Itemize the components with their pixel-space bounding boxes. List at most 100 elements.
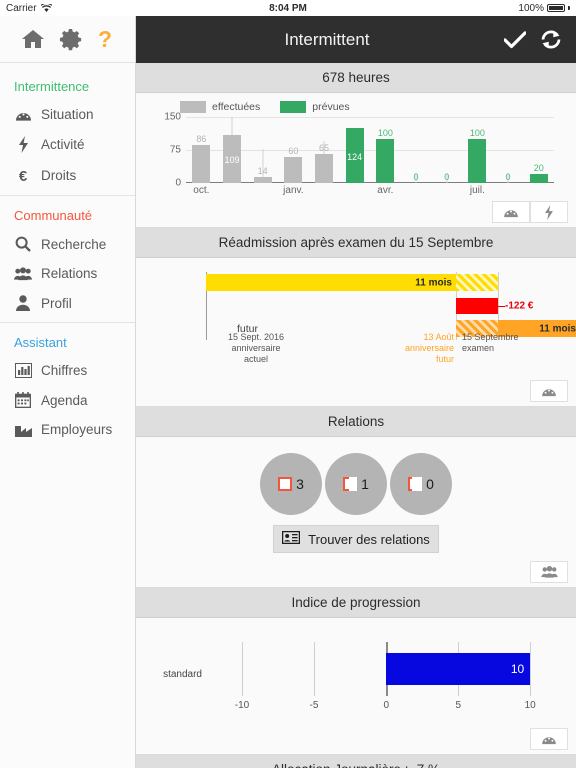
- bar-value-label: 20: [533, 163, 544, 174]
- card-body: effectuées prévues 150 75 0 86 109 14 60…: [136, 93, 576, 227]
- sidebar-item-activite[interactable]: Activité: [0, 129, 135, 160]
- x-tick-label: 0: [383, 700, 390, 711]
- gauge-icon: [14, 108, 32, 122]
- card-allocation: Allocation Journalière : -7 % 60: [136, 755, 576, 768]
- card-heures: 678 heures effectuées prévues 150 75 0 8…: [136, 63, 576, 228]
- bar-value-label: 0: [505, 172, 511, 182]
- sidebar-section-intermittence: Intermittence: [14, 79, 90, 94]
- sidebar-toolbar: ?: [0, 16, 135, 63]
- chart-plot-area: 150 75 0 86 109 14 60 65 124 100 0 0 100…: [164, 112, 554, 189]
- legend-label: effectuées: [212, 101, 261, 113]
- bar-group: 86 109 14 60 65 124 100 0 0 100 0 20: [186, 117, 554, 183]
- legend-label: prévues: [312, 101, 350, 113]
- find-relations-button[interactable]: Trouver des relations: [273, 525, 439, 553]
- contact-status-icon: [408, 477, 423, 491]
- card-indice: Indice de progression standard 10 -10 -5…: [136, 588, 576, 755]
- sidebar-item-label: Recherche: [41, 236, 107, 252]
- app-root: ? Intermittence Situation Activité € Dro…: [0, 16, 576, 768]
- content-area: Intermittent 678 heures effectuées prévu…: [136, 16, 576, 768]
- bar-chart-icon: [14, 363, 32, 378]
- gauge-icon[interactable]: [492, 201, 530, 223]
- id-card-icon: [282, 530, 301, 547]
- readmission-gantt-chart: actuel 11 mois -122 €: [150, 268, 576, 376]
- bar-cell: 60: [278, 117, 309, 183]
- bar-cell: 65: [309, 117, 340, 183]
- contact-status-icon: [343, 477, 358, 491]
- person-icon: [14, 295, 32, 311]
- status-bar-right: 100%: [518, 3, 570, 14]
- gauge-icon[interactable]: [530, 380, 568, 402]
- sidebar-item-label: Chiffres: [41, 363, 88, 378]
- y-tick-0: 0: [175, 177, 181, 189]
- relation-circle-2[interactable]: 1: [325, 453, 387, 515]
- sidebar: ? Intermittence Situation Activité € Dro…: [0, 16, 136, 768]
- bar-value-label: 60: [288, 145, 299, 156]
- x-tick-label: avr.: [377, 185, 394, 196]
- help-icon[interactable]: ?: [96, 27, 114, 52]
- gantt-note-left: 15 Sept. 2016 anniversaire actuel: [227, 332, 285, 364]
- bar-cell: 86: [186, 117, 217, 183]
- sidebar-item-situation[interactable]: Situation: [0, 100, 135, 129]
- card-footer: [136, 728, 576, 754]
- sidebar-item-label: Profil: [41, 295, 72, 311]
- bar-cell: 20: [523, 117, 554, 183]
- page-title: Intermittent: [284, 29, 370, 49]
- check-icon[interactable]: [504, 30, 526, 49]
- sidebar-item-agenda[interactable]: Agenda: [0, 385, 135, 415]
- bolt-icon[interactable]: [530, 201, 568, 223]
- top-bar: Intermittent: [136, 16, 576, 63]
- people-icon[interactable]: [530, 561, 568, 583]
- sidebar-item-profil[interactable]: Profil: [0, 288, 135, 318]
- contact-status-icon: [278, 477, 293, 491]
- sidebar-divider-1: [0, 195, 135, 196]
- find-relations-label: Trouver des relations: [308, 531, 430, 547]
- relations-circles: 3 1 0: [136, 437, 576, 525]
- sidebar-item-droits[interactable]: € Droits: [0, 160, 135, 191]
- sidebar-item-relations[interactable]: Relations: [0, 259, 135, 288]
- sidebar-item-label: Relations: [41, 266, 98, 281]
- gantt-note-middle: 13 Août anniversaire futur: [404, 332, 454, 364]
- x-tick-label: -5: [309, 700, 319, 711]
- people-icon: [14, 266, 32, 281]
- relation-circle-1[interactable]: 3: [260, 453, 322, 515]
- card-title: 678 heures: [136, 63, 576, 93]
- x-tick-label: 5: [455, 700, 461, 711]
- bar-cell: 109: [217, 117, 248, 183]
- legend-item-prevues: prévues: [280, 101, 350, 113]
- y-tick-150: 150: [164, 111, 181, 123]
- sidebar-item-recherche[interactable]: Recherche: [0, 229, 135, 259]
- bar-value-label: 100: [377, 127, 393, 138]
- sidebar-section-assistant: Assistant: [14, 335, 67, 350]
- gantt-bar-red: -122 €: [456, 298, 533, 314]
- gantt-bar-solid: 11 mois: [206, 274, 456, 291]
- indice-value-label: 10: [510, 661, 525, 676]
- sidebar-item-chiffres[interactable]: Chiffres: [0, 356, 135, 385]
- sidebar-item-employeurs[interactable]: Employeurs: [0, 415, 135, 444]
- card-body: actuel 11 mois -122 €: [136, 268, 576, 406]
- calendar-icon: [14, 392, 32, 408]
- status-bar: Carrier 8:04 PM 100%: [0, 0, 576, 16]
- carrier-label: Carrier: [6, 2, 37, 14]
- bolt-icon: [14, 136, 32, 153]
- gear-icon[interactable]: [59, 28, 82, 51]
- gantt-bar-label: 11 mois: [415, 277, 452, 288]
- bar-inside-label: 109: [224, 154, 240, 165]
- indice-bar-chart: standard 10 -10 -5 0 5 10: [150, 628, 562, 728]
- gantt-row-actuel: actuel 11 mois: [206, 274, 552, 291]
- cards-scroller[interactable]: 678 heures effectuées prévues 150 75 0 8…: [136, 63, 576, 768]
- relation-circle-3[interactable]: 0: [390, 453, 452, 515]
- y-tick-75: 75: [169, 144, 181, 156]
- sidebar-item-label: Activité: [41, 137, 85, 152]
- card-title: Réadmission après examen du 15 Septembre: [136, 228, 576, 258]
- indice-bar: 10: [386, 652, 531, 686]
- relation-count: 0: [426, 476, 434, 492]
- x-tick-label: janv.: [283, 185, 304, 196]
- card-readmission: Réadmission après examen du 15 Septembre…: [136, 228, 576, 407]
- home-icon[interactable]: [21, 28, 45, 50]
- x-tick-label: -10: [234, 700, 250, 711]
- legend-item-effectuees: effectuées: [180, 101, 260, 113]
- battery-percent-label: 100%: [518, 2, 544, 14]
- gauge-icon[interactable]: [530, 728, 568, 750]
- refresh-icon[interactable]: [540, 29, 562, 50]
- chart-plot-area: 10: [206, 642, 552, 696]
